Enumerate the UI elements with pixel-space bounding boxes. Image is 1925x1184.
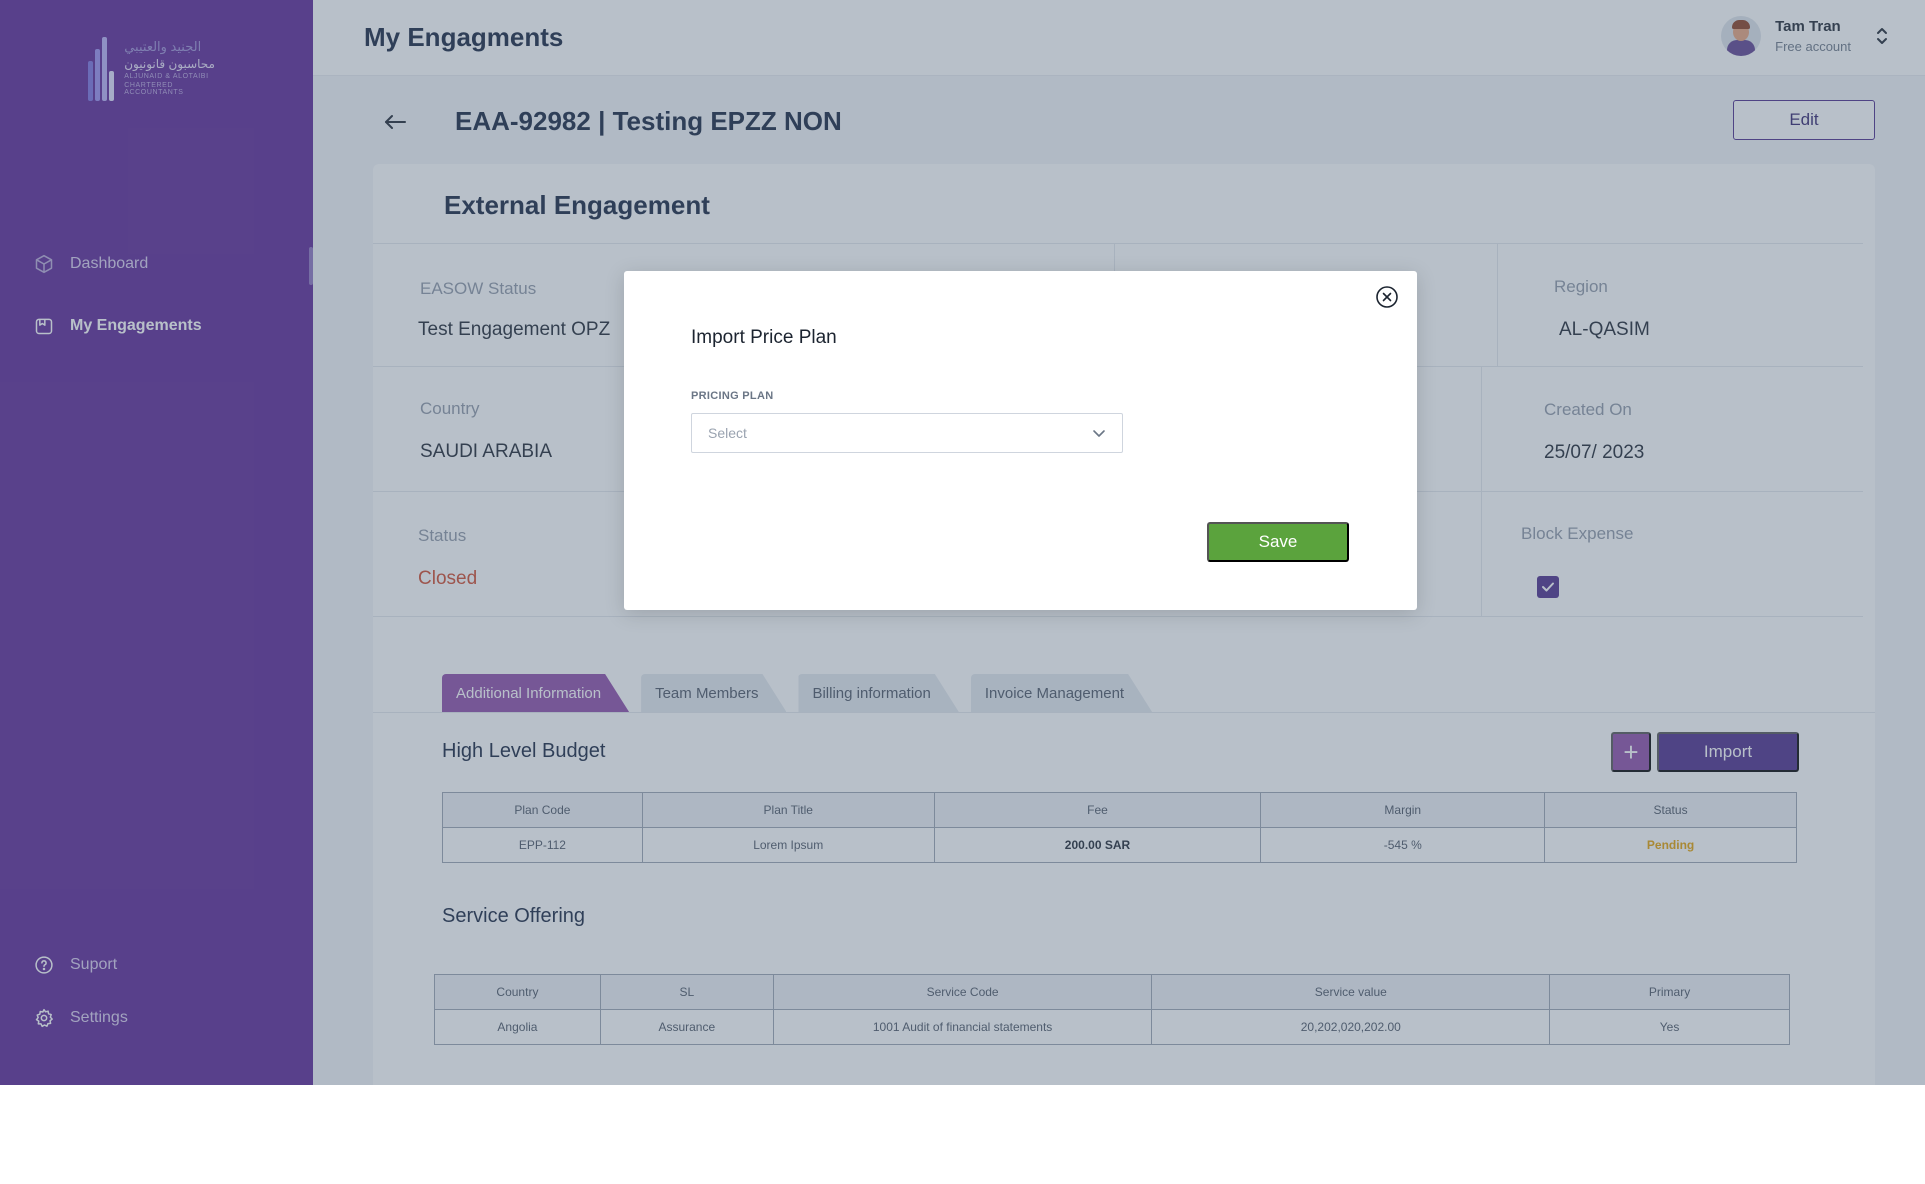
select-placeholder: Select [708, 425, 747, 441]
chevron-down-icon [1093, 430, 1105, 437]
save-button[interactable]: Save [1207, 522, 1349, 562]
pricing-plan-label: PRICING PLAN [691, 390, 774, 402]
app-root: الجنيد والعتيبي محاسبون قانونيون ALJUNAI… [0, 0, 1925, 1184]
import-price-plan-modal: Import Price Plan PRICING PLAN Select Sa… [624, 271, 1417, 610]
modal-title: Import Price Plan [691, 327, 837, 348]
pricing-plan-select[interactable]: Select [691, 413, 1123, 453]
close-icon[interactable] [1375, 285, 1399, 309]
